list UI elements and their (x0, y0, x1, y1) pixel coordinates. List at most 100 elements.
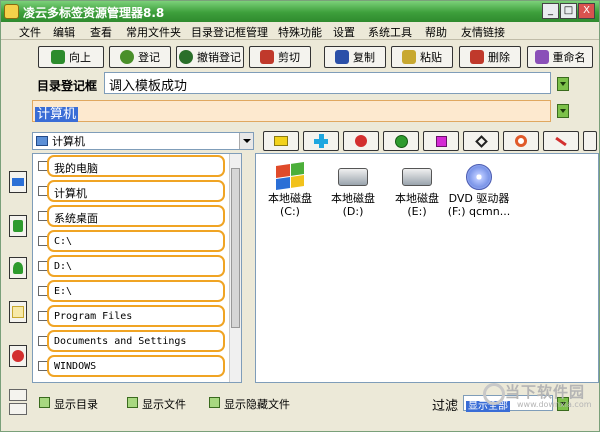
up-button[interactable]: 向上 (38, 46, 104, 68)
filter-label: 过滤 (432, 399, 459, 414)
copy-button[interactable]: 复制 (324, 46, 386, 68)
menu-special[interactable]: 特殊功能 (278, 24, 322, 40)
list-item[interactable]: Program Files (33, 304, 229, 328)
menu-dir-box-manage[interactable]: 目录登记框管理 (191, 24, 268, 40)
yellow-folder-button[interactable] (263, 131, 299, 151)
list-item[interactable]: Documents and Settings (33, 329, 229, 353)
show-dir-checkbox[interactable] (39, 397, 50, 408)
rename-icon (534, 50, 549, 64)
blue-cross-button[interactable] (303, 131, 339, 151)
more-button[interactable] (583, 131, 597, 151)
menu-friend-links[interactable]: 友情链接 (461, 24, 505, 40)
menu-file[interactable]: 文件 (19, 24, 41, 40)
unregister-button-label: 撤销登记 (197, 51, 241, 64)
show-hidden-checkbox[interactable] (209, 397, 220, 408)
unregister-button[interactable]: 撤销登记 (176, 46, 244, 68)
hard-drive-icon (402, 168, 432, 186)
spin-up-button[interactable] (9, 389, 27, 401)
diamond-button[interactable] (463, 131, 499, 151)
list-item[interactable]: D:\ (33, 254, 229, 278)
drive-combo-dropdown-button[interactable] (239, 133, 253, 149)
file-item-label: 本地磁盘 (C:) (268, 192, 312, 218)
show-hidden-label: 显示隐藏文件 (224, 398, 290, 411)
list-item-label[interactable]: D:\ (47, 255, 225, 277)
close-button[interactable]: X (578, 3, 595, 19)
menu-help[interactable]: 帮助 (425, 24, 447, 40)
folder-list: 我的电脑 计算机 系统桌面 C:\ D:\ E:\ Program Files (32, 153, 242, 383)
list-item[interactable]: WINDOWS (33, 354, 229, 378)
list-item-label[interactable]: Program Files (47, 305, 225, 327)
paste-button[interactable]: 粘贴 (391, 46, 453, 68)
register-button[interactable]: 登记 (109, 46, 171, 68)
file-item-f[interactable]: DVD 驱动器 (F:) qcmn... (446, 164, 512, 218)
delete-icon (470, 50, 484, 64)
menu-view[interactable]: 查看 (90, 24, 112, 40)
green-arrow-icon (13, 220, 23, 232)
cut-button[interactable]: 剪切 (249, 46, 311, 68)
delete-button-label: 删除 (488, 51, 510, 64)
toolbar: 向上 登记 撤销登记 剪切 复制 粘贴 删除 重命名 (1, 43, 599, 69)
list-item[interactable]: 系统桌面 (33, 204, 229, 228)
dir-box-input[interactable]: 调入模板成功 (104, 72, 551, 94)
list-item[interactable]: C:\ (33, 229, 229, 253)
list-item[interactable]: E:\ (33, 279, 229, 303)
list-item-label[interactable]: 系统桌面 (47, 205, 225, 227)
title-bar[interactable]: 凌云多标签资源管理器8.8 _ □ X (1, 1, 599, 22)
list-item-label[interactable]: C:\ (47, 230, 225, 252)
minimize-button[interactable]: _ (542, 3, 559, 19)
list-item-label[interactable]: Documents and Settings (47, 330, 225, 352)
path-dropdown-icon[interactable] (557, 104, 569, 118)
list-item-label[interactable]: WINDOWS (47, 355, 225, 377)
magenta-square-icon (435, 135, 447, 147)
show-files-checkbox[interactable] (127, 397, 138, 408)
scissors-icon (260, 50, 274, 64)
folder-list-scrollbar[interactable] (229, 154, 241, 382)
left-nav-button-5[interactable] (9, 345, 27, 367)
folder-list-scroll-thumb[interactable] (231, 168, 240, 328)
list-item-label[interactable]: E:\ (47, 280, 225, 302)
file-item-d[interactable]: 本地磁盘 (D:) (320, 164, 386, 218)
windows-drive-icon (276, 162, 304, 190)
apple-button[interactable] (343, 131, 379, 151)
list-item-label[interactable]: 我的电脑 (47, 155, 225, 177)
delete-button[interactable]: 删除 (459, 46, 521, 68)
left-nav-button-3[interactable] (9, 257, 27, 279)
spin-down-button[interactable] (9, 403, 27, 415)
diamond-icon (474, 134, 488, 148)
maximize-button[interactable]: □ (560, 3, 577, 19)
list-item[interactable]: 计算机 (33, 179, 229, 203)
cut-button-label: 剪切 (278, 51, 300, 64)
menu-settings[interactable]: 设置 (333, 24, 355, 40)
magenta-square-button[interactable] (423, 131, 459, 151)
yellow-folder-icon (274, 136, 288, 146)
hard-drive-icon (338, 168, 368, 186)
blue-cross-icon (314, 134, 328, 148)
list-item[interactable]: 我的电脑 (33, 154, 229, 178)
left-nav-button-1[interactable] (9, 171, 27, 193)
file-item-label: DVD 驱动器 (448, 192, 510, 205)
file-item-c[interactable]: 本地磁盘 (C:) (257, 162, 323, 218)
file-item-label-line2: (F:) qcmn... (447, 205, 511, 218)
red-stamp-icon (12, 350, 24, 362)
red-line-button[interactable] (543, 131, 579, 151)
file-view: 本地磁盘 (C:) 本地磁盘 (D:) 本地磁盘 (E:) DVD 驱动器 (F… (255, 153, 599, 383)
menu-common-folders[interactable]: 常用文件夹 (126, 24, 181, 40)
apple-icon (355, 135, 367, 147)
file-item-e[interactable]: 本地磁盘 (E:) (384, 164, 450, 218)
dir-box-dropdown-icon[interactable] (557, 77, 569, 91)
menu-system-tools[interactable]: 系统工具 (368, 24, 412, 40)
file-item-label-line2: (D:) (342, 205, 364, 218)
rename-button[interactable]: 重命名 (527, 46, 593, 68)
watermark-title: 当下软件园 (505, 383, 586, 401)
window-title: 凌云多标签资源管理器8.8 (23, 6, 165, 20)
menu-edit[interactable]: 编辑 (53, 24, 75, 40)
path-input[interactable]: 计算机 (32, 100, 551, 122)
watermark-url: www.downxia.com (517, 400, 592, 409)
left-nav-button-4[interactable] (9, 301, 27, 323)
target-button[interactable] (503, 131, 539, 151)
left-nav-button-2[interactable] (9, 215, 27, 237)
green-question-icon (13, 262, 23, 274)
check-button[interactable] (383, 131, 419, 151)
drive-combo[interactable]: 计算机 (32, 132, 254, 150)
list-item-label[interactable]: 计算机 (47, 180, 225, 202)
